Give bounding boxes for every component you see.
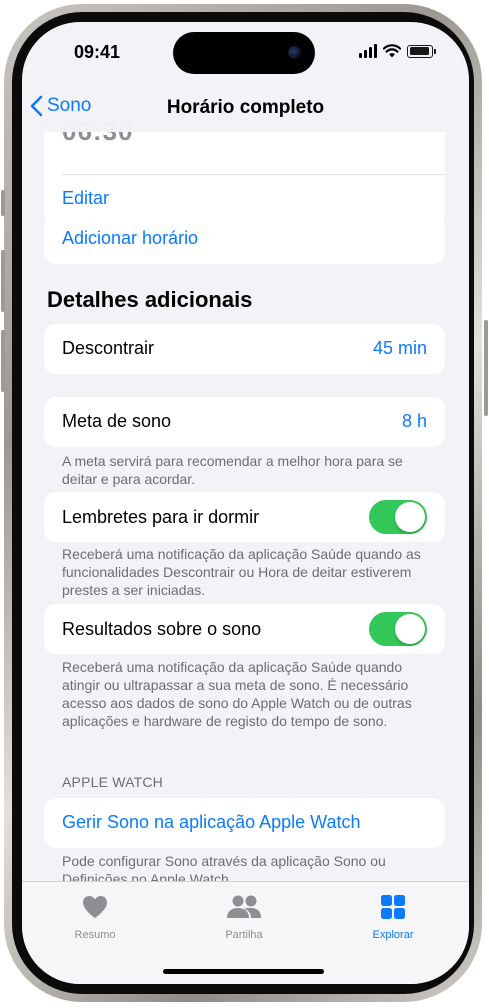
sleep-results-label: Resultados sobre o sono xyxy=(62,618,262,639)
apple-watch-header: APPLE WATCH xyxy=(62,774,163,790)
screen: Editar 06:30 Adicionar horário Detalhes … xyxy=(22,22,469,984)
sleep-goal-row[interactable]: Meta de sono 8 h xyxy=(44,397,445,447)
manage-sleep-watch-link[interactable]: Gerir Sono na aplicação Apple Watch xyxy=(62,812,361,833)
apple-watch-footnote: Pode configurar Sono através da aplicaçã… xyxy=(62,853,386,882)
front-camera xyxy=(288,46,301,59)
tab-summary-label: Resumo xyxy=(74,929,116,941)
sleep-results-row: Resultados sobre o sono xyxy=(44,604,445,654)
add-schedule-card[interactable]: Adicionar horário xyxy=(44,214,445,264)
bedtime-reminders-toggle[interactable] xyxy=(369,500,427,534)
bedtime-reminders-label: Lembretes para ir dormir xyxy=(62,506,260,527)
tab-summary[interactable]: Resumo xyxy=(40,894,150,941)
status-bar: 09:41 xyxy=(22,22,469,82)
bedtime-reminders-footnote: Receberá uma notificação da aplicação Sa… xyxy=(62,546,421,598)
home-indicator[interactable] xyxy=(163,969,324,974)
tab-explore-label: Explorar xyxy=(372,929,414,941)
heart-icon xyxy=(83,896,107,918)
tab-explore[interactable]: Explorar xyxy=(338,894,448,941)
sleep-goal-label: Meta de sono xyxy=(62,411,172,431)
edit-schedule-link[interactable]: Editar xyxy=(62,188,109,209)
tab-sharing[interactable]: Partilha xyxy=(189,894,299,941)
cellular-signal-icon xyxy=(359,44,377,58)
navigation-bar: Sono Horário completo xyxy=(22,82,469,132)
page-title: Horário completo xyxy=(166,97,325,118)
row-divider xyxy=(62,174,445,175)
sleep-goal-footnote: A meta servirá para recomendar a melhor … xyxy=(62,453,403,487)
wind-down-row[interactable]: Descontrair 45 min xyxy=(44,324,445,374)
volume-down-button xyxy=(1,330,5,392)
wifi-icon xyxy=(383,44,401,58)
additional-details-heading: Detalhes adicionais xyxy=(47,287,253,312)
toggle-knob xyxy=(395,614,425,644)
sleep-results-toggle[interactable] xyxy=(369,612,427,646)
sleep-results-footnote: Receberá uma notificação da aplicação Sa… xyxy=(62,659,412,729)
grid-icon xyxy=(381,895,405,919)
add-schedule-link[interactable]: Adicionar horário xyxy=(62,228,198,249)
tab-bar: Resumo Partilha Explorar xyxy=(22,881,469,984)
scroll-content[interactable]: Editar 06:30 Adicionar horário Detalhes … xyxy=(22,22,469,882)
manage-sleep-watch-row[interactable]: Gerir Sono na aplicação Apple Watch xyxy=(44,798,445,848)
dynamic-island xyxy=(173,32,315,74)
toggle-knob xyxy=(395,502,425,532)
status-time: 09:41 xyxy=(74,42,121,62)
edit-schedule-row[interactable]: Editar xyxy=(62,188,427,209)
battery-icon xyxy=(407,44,436,58)
action-button xyxy=(1,190,5,216)
side-button xyxy=(484,320,488,416)
wind-down-label: Descontrair xyxy=(62,338,155,358)
wind-down-value[interactable]: 45 min xyxy=(373,338,427,359)
tab-sharing-label: Partilha xyxy=(225,929,263,941)
status-icons xyxy=(359,44,436,58)
volume-up-button xyxy=(1,250,5,312)
people-icon xyxy=(227,895,261,918)
bedtime-reminders-row: Lembretes para ir dormir xyxy=(44,492,445,542)
sleep-goal-value[interactable]: 8 h xyxy=(402,411,427,432)
